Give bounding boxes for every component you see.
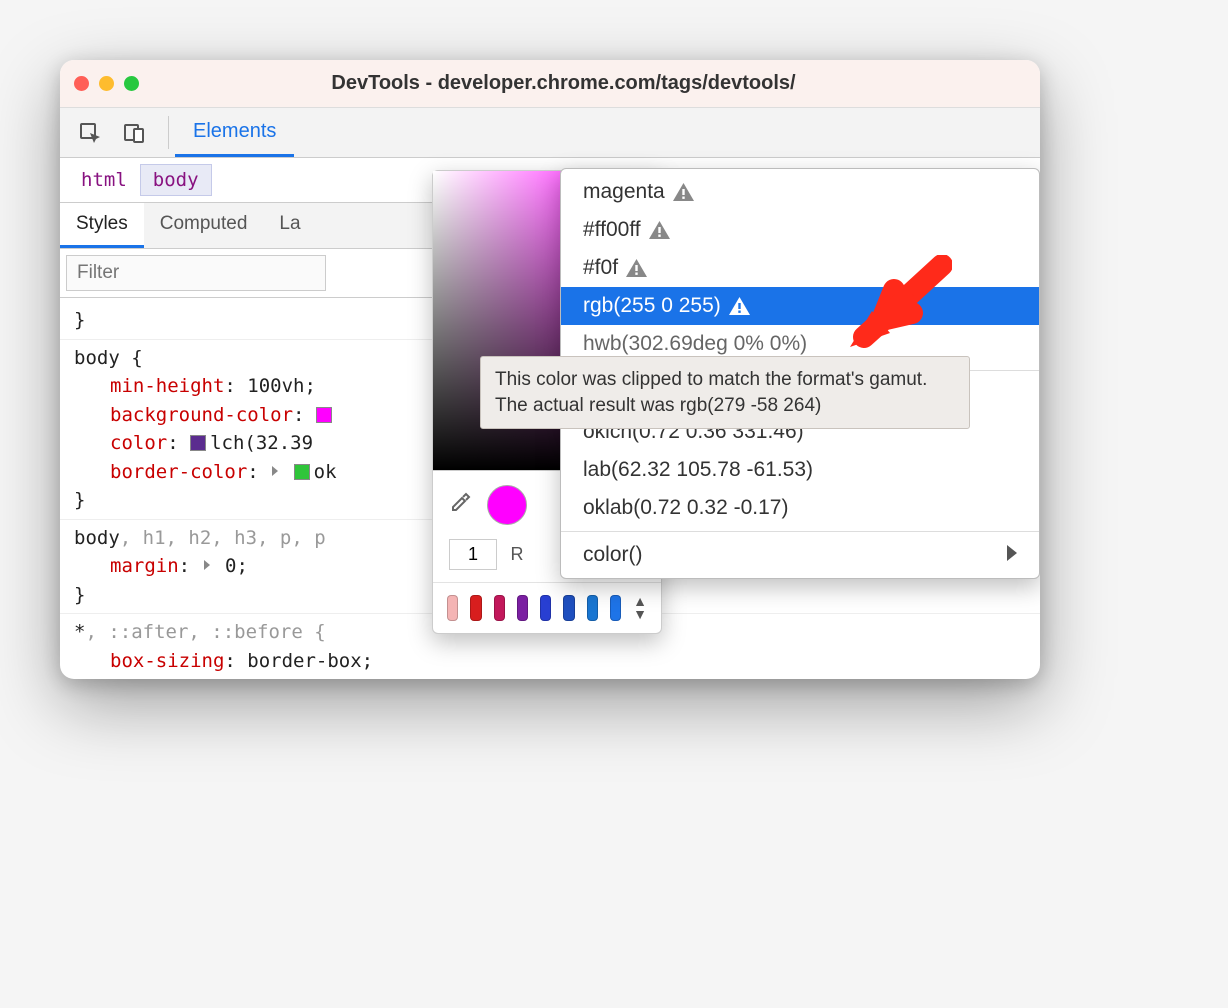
main-toolbar: Elements [60, 108, 1040, 158]
warning-icon [626, 259, 647, 277]
current-color-swatch[interactable] [487, 485, 527, 525]
gamut-warning-tooltip: This color was clipped to match the form… [480, 356, 970, 429]
window-title: DevTools - developer.chrome.com/tags/dev… [149, 72, 978, 95]
annotation-arrow-icon [842, 255, 952, 361]
breadcrumb-body[interactable]: body [140, 164, 212, 196]
palette-swatch[interactable] [540, 595, 551, 621]
eyedropper-icon[interactable] [449, 490, 473, 520]
breadcrumb-html[interactable]: html [68, 164, 140, 196]
minimize-window-icon[interactable] [99, 76, 114, 91]
channel-label-r: R [507, 544, 527, 565]
palette-sort-icon[interactable]: ▲▼ [633, 595, 647, 620]
color-swatch-icon[interactable] [316, 407, 332, 423]
close-window-icon[interactable] [74, 76, 89, 91]
titlebar: DevTools - developer.chrome.com/tags/dev… [60, 60, 1040, 108]
palette-swatch[interactable] [610, 595, 621, 621]
format-item-hex6[interactable]: #ff00ff [561, 211, 1039, 249]
subtab-layout[interactable]: La [263, 203, 316, 248]
color-swatch-icon[interactable] [190, 435, 206, 451]
tab-elements[interactable]: Elements [175, 108, 294, 157]
mac-traffic-lights[interactable] [74, 76, 139, 91]
subtab-styles[interactable]: Styles [60, 203, 144, 248]
format-item-oklab[interactable]: oklab(0.72 0.32 -0.17) [561, 489, 1039, 527]
alpha-input[interactable] [449, 539, 497, 570]
palette-swatch[interactable] [517, 595, 528, 621]
zoom-window-icon[interactable] [124, 76, 139, 91]
warning-icon [649, 221, 670, 239]
format-item-colorfn[interactable]: color() [561, 536, 1039, 574]
format-item-magenta[interactable]: magenta [561, 173, 1039, 211]
warning-icon [673, 183, 694, 201]
subtab-computed[interactable]: Computed [144, 203, 264, 248]
format-item-hex3[interactable]: #f0f [561, 249, 1039, 287]
inspect-element-icon[interactable] [68, 108, 112, 157]
filter-input[interactable] [66, 255, 326, 291]
devtools-window: DevTools - developer.chrome.com/tags/dev… [60, 60, 1040, 679]
palette-swatch[interactable] [587, 595, 598, 621]
warning-icon [729, 297, 750, 315]
format-item-lab[interactable]: lab(62.32 105.78 -61.53) [561, 451, 1039, 489]
expand-icon[interactable] [272, 466, 278, 476]
palette-swatch[interactable] [447, 595, 458, 621]
format-item-rgb[interactable]: rgb(255 0 255) [561, 287, 1039, 325]
palette-swatch[interactable] [563, 595, 574, 621]
expand-icon[interactable] [204, 560, 210, 570]
device-toolbar-icon[interactable] [112, 108, 156, 157]
palette-swatch[interactable] [494, 595, 505, 621]
chevron-right-icon [1005, 543, 1017, 567]
palette-swatches[interactable]: ▲▼ [433, 583, 661, 633]
color-swatch-icon[interactable] [294, 464, 310, 480]
prop-box-sizing[interactable]: box-sizing: border-box; [70, 647, 1030, 676]
toolbar-separator [168, 116, 169, 149]
palette-swatch[interactable] [470, 595, 481, 621]
